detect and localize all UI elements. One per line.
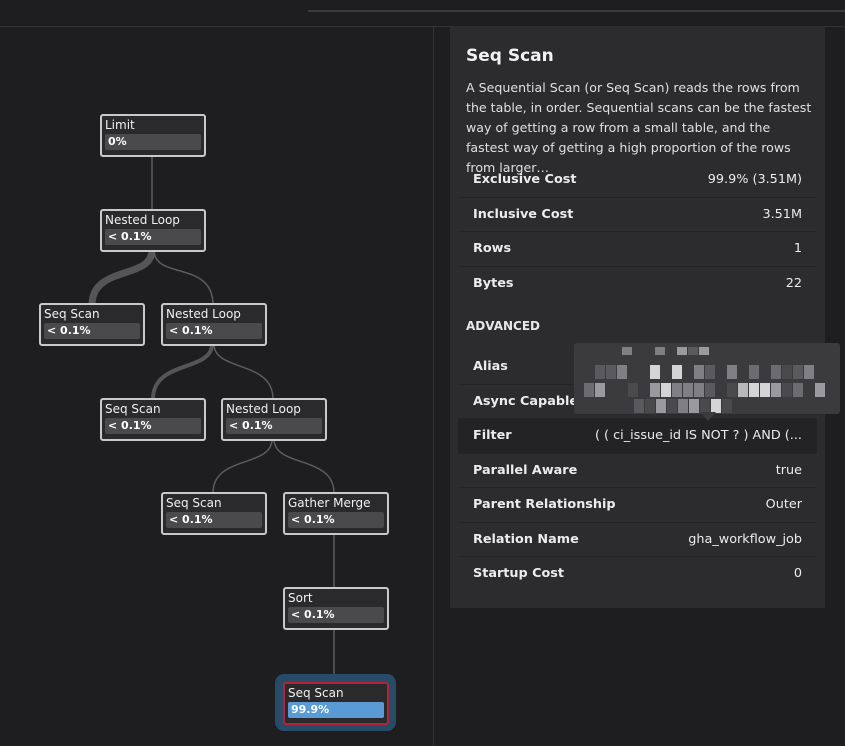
cost-bar: < 0.1% xyxy=(105,418,201,434)
plan-node-nested-loop[interactable]: Nested Loop < 0.1% xyxy=(221,398,327,441)
advanced-heading: ADVANCED xyxy=(466,319,541,333)
plan-node-seq-scan[interactable]: Seq Scan < 0.1% xyxy=(100,398,206,441)
cost-bar: < 0.1% xyxy=(44,323,140,339)
cost-bar: < 0.1% xyxy=(166,323,262,339)
node-label: Seq Scan xyxy=(166,496,222,510)
node-label: Gather Merge xyxy=(288,496,371,510)
cost-percent: 99.9% xyxy=(291,703,330,716)
plan-node-limit[interactable]: Limit 0% xyxy=(100,114,206,157)
plan-node-nested-loop[interactable]: Nested Loop < 0.1% xyxy=(100,209,206,252)
adv-value: 0 xyxy=(793,566,802,581)
cost-percent: < 0.1% xyxy=(47,324,91,337)
filter-tooltip-redacted xyxy=(574,343,840,414)
stat-value: 1 xyxy=(793,241,802,256)
details-panel: Seq Scan A Sequential Scan (or Seq Scan)… xyxy=(450,26,825,608)
node-label: Limit xyxy=(105,118,135,132)
plan-node-seq-scan[interactable]: Seq Scan < 0.1% xyxy=(161,492,267,535)
stat-key: Bytes xyxy=(473,275,514,291)
cost-percent: < 0.1% xyxy=(291,513,335,526)
edge-nested-loop-3-gather-merge xyxy=(273,438,335,494)
cost-percent: < 0.1% xyxy=(108,230,152,243)
node-label: Nested Loop xyxy=(166,307,241,321)
tooltip-arrow xyxy=(700,412,716,421)
stat-row: Rows 1 xyxy=(458,232,817,267)
plan-node-seq-scan[interactable]: Seq Scan < 0.1% xyxy=(39,303,145,346)
cost-bar: < 0.1% xyxy=(226,418,322,434)
edge-nested-loop-2-nested-loop-3 xyxy=(213,343,274,400)
plan-node-sort[interactable]: Sort < 0.1% xyxy=(283,587,389,630)
cost-bar: 99.9% xyxy=(288,702,384,718)
node-label: Seq Scan xyxy=(44,307,100,321)
adv-value: ( ( ci_issue_id IS NOT ? ) AND (... xyxy=(595,428,802,443)
edge-nested-loop-2-seq-scan-2 xyxy=(151,343,214,400)
node-label: Nested Loop xyxy=(105,213,180,227)
cost-percent: < 0.1% xyxy=(229,419,273,432)
cost-bar: < 0.1% xyxy=(105,229,201,245)
adv-row-filter[interactable]: Filter ( ( ci_issue_id IS NOT ? ) AND (..… xyxy=(458,419,817,454)
adv-key: Filter xyxy=(473,428,512,443)
node-label: Sort xyxy=(288,591,313,605)
cost-percent: 0% xyxy=(108,135,127,148)
adv-value: gha_workflow_job xyxy=(688,531,802,547)
stat-key: Inclusive Cost xyxy=(473,206,574,222)
stat-row: Bytes 22 xyxy=(458,267,817,302)
cost-percent: < 0.1% xyxy=(169,513,213,526)
adv-value: Outer xyxy=(765,497,802,512)
adv-row-startup-cost[interactable]: Startup Cost 0 xyxy=(458,557,817,592)
plan-node-seq-scan-selected[interactable]: Seq Scan 99.9% xyxy=(283,682,389,725)
stat-row: Inclusive Cost 3.51M xyxy=(458,198,817,232)
node-label: Seq Scan xyxy=(105,402,161,416)
stat-value: 99.9% (3.51M) xyxy=(707,172,802,187)
stats-table: Exclusive Cost 99.9% (3.51M) Inclusive Co… xyxy=(458,163,817,301)
cost-percent: < 0.1% xyxy=(108,419,152,432)
plan-node-gather-merge[interactable]: Gather Merge < 0.1% xyxy=(283,492,389,535)
adv-key: Alias xyxy=(473,359,508,374)
plan-edges xyxy=(88,155,335,683)
pane-divider[interactable] xyxy=(433,26,434,746)
adv-row-relation-name[interactable]: Relation Name gha_workflow_job xyxy=(458,523,817,557)
stat-value: 3.51M xyxy=(762,206,802,222)
adv-row-parallel-aware[interactable]: Parallel Aware true xyxy=(458,454,817,488)
adv-key: Relation Name xyxy=(473,531,579,547)
plan-node-nested-loop[interactable]: Nested Loop < 0.1% xyxy=(161,303,267,346)
edge-nested-loop-seq-scan-1 xyxy=(88,249,156,306)
edge-nested-loop-nested-loop-2 xyxy=(153,249,214,306)
adv-key: Startup Cost xyxy=(473,566,565,581)
cost-percent: < 0.1% xyxy=(169,324,213,337)
cost-bar: < 0.1% xyxy=(288,512,384,528)
panel-title: Seq Scan xyxy=(466,46,554,66)
cost-bar: < 0.1% xyxy=(166,512,262,528)
stat-row: Exclusive Cost 99.9% (3.51M) xyxy=(458,163,817,198)
adv-key: Parallel Aware xyxy=(473,462,578,478)
node-label: Nested Loop xyxy=(226,402,301,416)
cost-bar: 0% xyxy=(105,134,201,150)
cost-bar: < 0.1% xyxy=(288,607,384,623)
stat-key: Exclusive Cost xyxy=(473,172,577,187)
cost-percent: < 0.1% xyxy=(291,608,335,621)
node-label: Seq Scan xyxy=(288,686,344,700)
edge-nested-loop-3-seq-scan-3 xyxy=(212,438,273,494)
stat-key: Rows xyxy=(473,241,512,256)
stat-value: 22 xyxy=(785,275,802,291)
adv-key: Parent Relationship xyxy=(473,497,616,512)
adv-key: Async Capable xyxy=(473,393,579,409)
adv-row-parent-relationship[interactable]: Parent Relationship Outer xyxy=(458,488,817,523)
adv-value: true xyxy=(775,462,802,478)
